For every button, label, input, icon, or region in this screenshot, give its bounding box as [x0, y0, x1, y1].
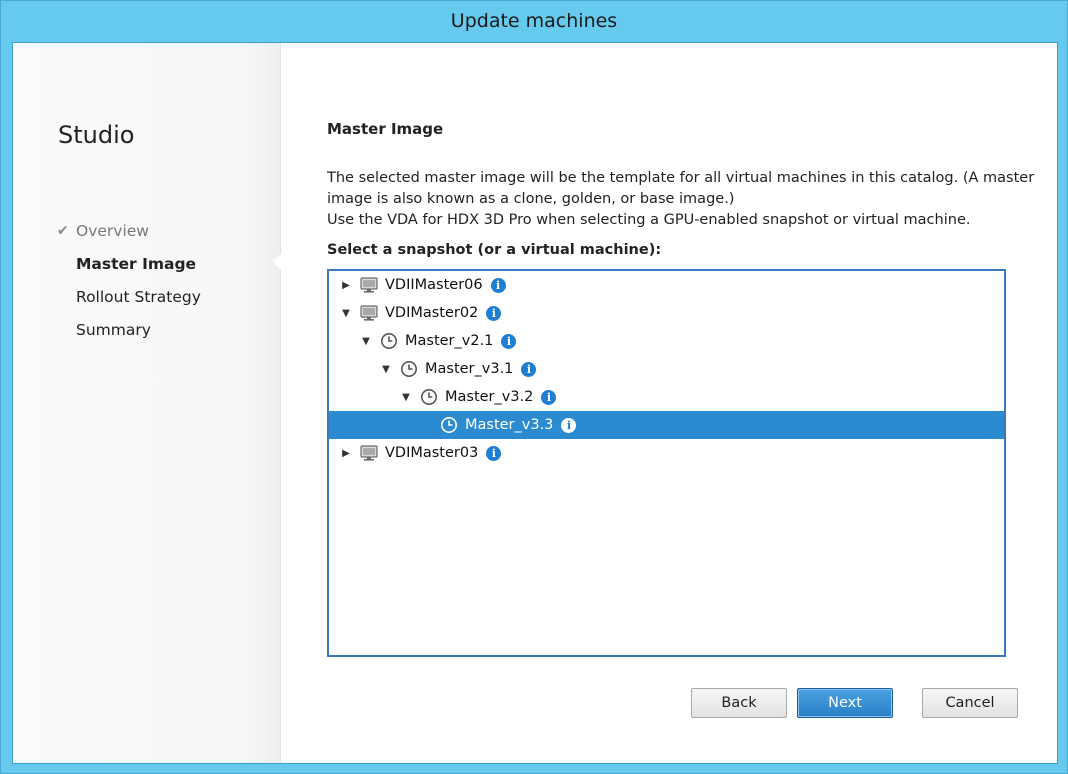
page-title: Master Image: [327, 120, 444, 138]
active-step-pointer: [273, 253, 282, 271]
step-label: Overview: [76, 222, 149, 240]
step-label: Rollout Strategy: [76, 288, 201, 306]
studio-brand: Studio: [58, 121, 135, 149]
tree-item[interactable]: ▼ Master_v3.1 i: [329, 355, 1004, 383]
description-line: The selected master image will be the te…: [327, 170, 1035, 186]
collapse-arrow-icon[interactable]: ▼: [359, 334, 373, 348]
wizard-body: Studio ✔ Overview Master Image Rollout S…: [12, 42, 1058, 764]
checkmark-icon: ✔: [57, 223, 69, 239]
step-master-image[interactable]: Master Image: [76, 255, 196, 273]
next-button[interactable]: Next: [797, 688, 893, 718]
tree-item[interactable]: ▼ VDIMaster02 i: [329, 299, 1004, 327]
wizard-sidebar: Studio ✔ Overview Master Image Rollout S…: [13, 43, 281, 763]
snapshot-select-label: Select a snapshot (or a virtual machine)…: [327, 242, 662, 258]
tree-item-label: Master_v3.1: [425, 361, 514, 377]
tree-item-label: Master_v2.1: [405, 333, 494, 349]
tree-item-label: VDIIMaster06: [385, 277, 483, 293]
wizard-content: Master Image The selected master image w…: [327, 43, 1047, 763]
info-icon[interactable]: i: [521, 361, 537, 377]
info-icon[interactable]: i: [486, 305, 502, 321]
back-button[interactable]: Back: [691, 688, 787, 718]
tree-item-label: Master_v3.3: [465, 417, 554, 433]
description: The selected master image will be the te…: [327, 168, 1035, 231]
snapshot-tree[interactable]: ▶ VDIIMaster06 i ▼ VDIMaster02 i ▼ Master_v2.1 i…: [327, 269, 1006, 657]
tree-item[interactable]: Master_v3.3 i: [329, 411, 1004, 439]
info-icon[interactable]: i: [490, 277, 506, 293]
tree-item-label: VDIMaster02: [385, 305, 479, 321]
step-summary[interactable]: Summary: [76, 321, 151, 339]
expand-arrow-icon[interactable]: ▶: [339, 278, 353, 292]
step-overview[interactable]: ✔ Overview: [57, 222, 149, 240]
virtual-machine-icon: [359, 276, 379, 294]
virtual-machine-icon: [359, 304, 379, 322]
tree-item[interactable]: ▼ Master_v3.2 i: [329, 383, 1004, 411]
update-machines-window: Update machines Studio ✔ Overview Master…: [0, 0, 1068, 774]
step-label: Summary: [76, 321, 151, 339]
snapshot-clock-icon: [419, 388, 439, 406]
info-icon[interactable]: i: [486, 445, 502, 461]
info-icon[interactable]: i: [561, 417, 577, 433]
expand-arrow-icon[interactable]: ▶: [339, 446, 353, 460]
step-rollout-strategy[interactable]: Rollout Strategy: [76, 288, 201, 306]
tree-item-label: Master_v3.2: [445, 389, 534, 405]
step-label: Master Image: [76, 255, 197, 273]
description-line: Use the VDA for HDX 3D Pro when selectin…: [327, 212, 971, 228]
tree-item[interactable]: ▼ Master_v2.1 i: [329, 327, 1004, 355]
description-line: image is also known as a clone, golden, …: [327, 191, 735, 207]
tree-item[interactable]: ▶ VDIMaster03 i: [329, 439, 1004, 467]
snapshot-clock-icon: [439, 416, 459, 434]
info-icon[interactable]: i: [541, 389, 557, 405]
virtual-machine-icon: [359, 444, 379, 462]
info-icon[interactable]: i: [501, 333, 517, 349]
tree-item[interactable]: ▶ VDIIMaster06 i: [329, 271, 1004, 299]
collapse-arrow-icon[interactable]: ▼: [339, 306, 353, 320]
collapse-arrow-icon[interactable]: ▼: [399, 390, 413, 404]
tree-item-label: VDIMaster03: [385, 445, 479, 461]
snapshot-clock-icon: [379, 332, 399, 350]
cancel-button[interactable]: Cancel: [922, 688, 1018, 718]
collapse-arrow-icon[interactable]: ▼: [379, 362, 393, 376]
window-title: Update machines: [450, 10, 618, 32]
snapshot-clock-icon: [399, 360, 419, 378]
